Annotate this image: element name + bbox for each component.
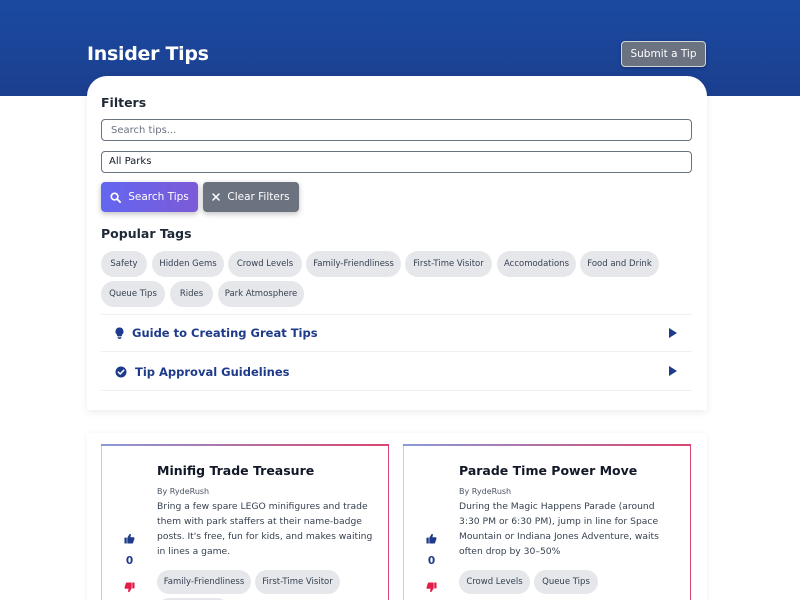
- tip-card[interactable]: Minifig Trade Treasure By RydeRush Bring…: [101, 444, 389, 600]
- tag-chip[interactable]: Queue Tips: [101, 281, 165, 307]
- tip-tag[interactable]: Family-Friendliness: [157, 570, 251, 594]
- clear-filters-label: Clear Filters: [227, 191, 290, 203]
- tag-chip[interactable]: Hidden Gems: [152, 251, 224, 277]
- thumbs-down-icon: [426, 582, 437, 593]
- park-select[interactable]: All Parks: [101, 151, 692, 173]
- expand-arrow-icon: [669, 366, 677, 376]
- tag-chip[interactable]: Rides: [170, 281, 213, 307]
- tip-tag[interactable]: First-Time Visitor: [255, 570, 340, 594]
- filters-card: Filters All Parks Search Tips Clear Filt…: [87, 76, 707, 410]
- search-tips-label: Search Tips: [128, 191, 189, 203]
- search-input[interactable]: [101, 119, 692, 141]
- downvote-button[interactable]: [102, 578, 157, 597]
- search-tips-button[interactable]: Search Tips: [101, 182, 198, 212]
- thumbs-up-icon: [426, 533, 437, 544]
- vote-count: 0: [427, 555, 436, 567]
- submit-tip-button[interactable]: Submit a Tip: [621, 41, 706, 67]
- upvote-button[interactable]: [102, 529, 157, 548]
- tip-tag[interactable]: Queue Tips: [534, 570, 598, 594]
- upvote-button[interactable]: [404, 529, 459, 548]
- tip-title: Parade Time Power Move: [459, 463, 638, 478]
- tag-chip[interactable]: Family-Friendliness: [306, 251, 401, 277]
- tip-author: By RydeRush: [459, 487, 512, 496]
- thumbs-up-icon: [124, 533, 135, 544]
- tip-title: Minifig Trade Treasure: [157, 463, 315, 478]
- tag-chip[interactable]: Accomodations: [497, 251, 576, 277]
- tag-chip[interactable]: Food and Drink: [580, 251, 659, 277]
- tip-card[interactable]: Parade Time Power Move By RydeRush Durin…: [403, 444, 691, 600]
- tip-body: During the Magic Happens Parade (around …: [459, 501, 659, 557]
- thumbs-down-icon: [124, 582, 135, 593]
- tip-tag[interactable]: Crowd Levels: [459, 570, 530, 594]
- tag-chip[interactable]: Safety: [101, 251, 147, 277]
- vote-count: 0: [125, 555, 134, 567]
- tag-chip[interactable]: Park Atmosphere: [218, 281, 304, 307]
- guide-accordion-creating-tips[interactable]: Guide to Creating Great Tips: [101, 314, 692, 352]
- lightbulb-icon: [115, 327, 124, 339]
- tag-chip[interactable]: Crowd Levels: [228, 251, 302, 277]
- tip-author: By RydeRush: [157, 487, 210, 496]
- tip-body: Bring a few spare LEGO minifigures and t…: [157, 501, 373, 557]
- tips-list: Minifig Trade Treasure By RydeRush Bring…: [87, 433, 707, 600]
- expand-arrow-icon: [669, 328, 677, 338]
- guide-title: Guide to Creating Great Tips: [132, 326, 318, 340]
- filters-heading: Filters: [101, 95, 147, 110]
- page-title: Insider Tips: [87, 43, 209, 65]
- close-icon: [212, 193, 221, 201]
- check-circle-icon: [115, 366, 127, 377]
- guide-title: Tip Approval Guidelines: [135, 364, 290, 379]
- tag-chip[interactable]: First-Time Visitor: [405, 251, 492, 277]
- guide-accordion-approval[interactable]: Tip Approval Guidelines: [101, 353, 692, 391]
- search-icon: [110, 191, 122, 203]
- downvote-button[interactable]: [404, 578, 459, 597]
- popular-tags-heading: Popular Tags: [101, 226, 192, 241]
- clear-filters-button[interactable]: Clear Filters: [203, 182, 299, 212]
